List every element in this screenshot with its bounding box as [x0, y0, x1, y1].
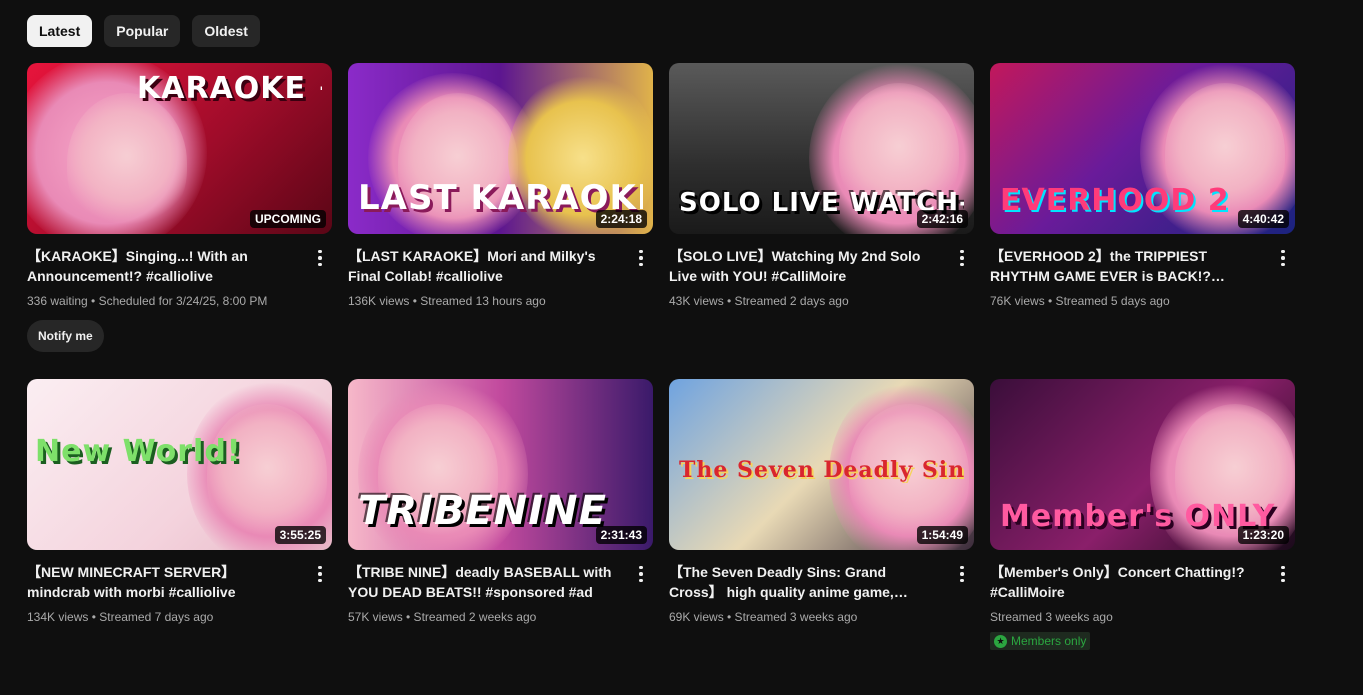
duration-badge: 2:24:18	[595, 210, 647, 228]
more-options-icon[interactable]	[629, 562, 653, 586]
video-card: KARAOKE + ANNOUNCEMENT UPCOMING 【KARAOKE…	[27, 63, 332, 379]
more-options-icon[interactable]	[1271, 246, 1295, 270]
members-only-badge: ★ Members only	[990, 632, 1091, 650]
duration-badge: 1:23:20	[1237, 526, 1289, 544]
chip-popular[interactable]: Popular	[104, 15, 181, 47]
character-face	[207, 404, 327, 544]
duration-badge: 1:54:49	[916, 526, 968, 544]
video-meta: 57K views • Streamed 2 weeks ago	[348, 610, 537, 624]
video-grid: KARAOKE + ANNOUNCEMENT UPCOMING 【KARAOKE…	[27, 63, 1295, 695]
video-thumbnail[interactable]: KARAOKE + ANNOUNCEMENT UPCOMING	[27, 63, 332, 234]
chip-latest[interactable]: Latest	[27, 15, 93, 47]
video-thumbnail[interactable]: New World! 3:55:25	[27, 379, 332, 550]
video-title[interactable]: 【NEW MINECRAFT SERVER】mindcrab with morb…	[27, 562, 296, 602]
video-title[interactable]: 【Member's Only】Concert Chatting!? #Calli…	[990, 562, 1259, 602]
video-meta: 134K views • Streamed 7 days ago	[27, 610, 214, 624]
video-meta: 43K views • Streamed 2 days ago	[669, 294, 849, 308]
duration-badge: 3:55:25	[274, 526, 326, 544]
more-options-icon[interactable]	[308, 562, 332, 586]
notify-me-button[interactable]: Notify me	[27, 320, 104, 352]
duration-badge: 2:31:43	[595, 526, 647, 544]
video-title[interactable]: 【TRIBE NINE】deadly BASEBALL with YOU DEA…	[348, 562, 617, 602]
video-title[interactable]: 【SOLO LIVE】Watching My 2nd Solo Live wit…	[669, 246, 938, 286]
upcoming-badge: UPCOMING	[250, 210, 326, 228]
video-thumbnail[interactable]: The Seven Deadly Sins 1:54:49	[669, 379, 974, 550]
thumbnail-title-art: The Seven Deadly Sins	[679, 457, 964, 483]
video-meta: Streamed 3 weeks ago	[990, 610, 1113, 624]
video-card: Member's ONLY 1:23:20 【Member's Only】Con…	[990, 379, 1295, 695]
video-card: New World! 3:55:25 【NEW MINECRAFT SERVER…	[27, 379, 332, 695]
more-options-icon[interactable]	[1271, 562, 1295, 586]
video-card: TRIBENINE 2:31:43 【TRIBE NINE】deadly BAS…	[348, 379, 653, 695]
duration-badge: 4:40:42	[1237, 210, 1289, 228]
more-options-icon[interactable]	[950, 246, 974, 270]
video-meta: 76K views • Streamed 5 days ago	[990, 294, 1170, 308]
video-meta: 136K views • Streamed 13 hours ago	[348, 294, 546, 308]
video-title[interactable]: 【LAST KARAOKE】Mori and Milky's Final Col…	[348, 246, 617, 286]
video-thumbnail[interactable]: EVERHOOD 2 4:40:42	[990, 63, 1295, 234]
video-thumbnail[interactable]: Member's ONLY 1:23:20	[990, 379, 1295, 550]
video-thumbnail[interactable]: SOLO LIVE WATCH-A-LONG! 2:42:16	[669, 63, 974, 234]
members-only-label: Members only	[1011, 634, 1087, 648]
video-title[interactable]: 【EVERHOOD 2】the TRIPPIEST RHYTHM GAME EV…	[990, 246, 1259, 286]
video-meta: 69K views • Streamed 3 weeks ago	[669, 610, 858, 624]
video-title[interactable]: 【KARAOKE】Singing...! With an Announcemen…	[27, 246, 296, 286]
more-options-icon[interactable]	[629, 246, 653, 270]
thumbnail-title-art: New World!	[35, 434, 242, 469]
video-title[interactable]: 【The Seven Deadly Sins: Grand Cross】 hig…	[669, 562, 938, 602]
members-star-icon: ★	[994, 634, 1007, 648]
character-face	[67, 93, 187, 233]
filter-chips: Latest Popular Oldest	[27, 15, 260, 47]
video-thumbnail[interactable]: LAST KARAOKE 2:24:18	[348, 63, 653, 234]
video-card: SOLO LIVE WATCH-A-LONG! 2:42:16 【SOLO LI…	[669, 63, 974, 379]
video-card: EVERHOOD 2 4:40:42 【EVERHOOD 2】the TRIPP…	[990, 63, 1295, 379]
chip-oldest[interactable]: Oldest	[192, 15, 260, 47]
more-options-icon[interactable]	[950, 562, 974, 586]
thumbnail-title-art: KARAOKE + ANNOUNCEMENT	[137, 71, 322, 106]
duration-badge: 2:42:16	[916, 210, 968, 228]
video-meta: 336 waiting • Scheduled for 3/24/25, 8:0…	[27, 294, 268, 308]
video-card: The Seven Deadly Sins 1:54:49 【The Seven…	[669, 379, 974, 695]
video-card: LAST KARAOKE 2:24:18 【LAST KARAOKE】Mori …	[348, 63, 653, 379]
more-options-icon[interactable]	[308, 246, 332, 270]
video-thumbnail[interactable]: TRIBENINE 2:31:43	[348, 379, 653, 550]
